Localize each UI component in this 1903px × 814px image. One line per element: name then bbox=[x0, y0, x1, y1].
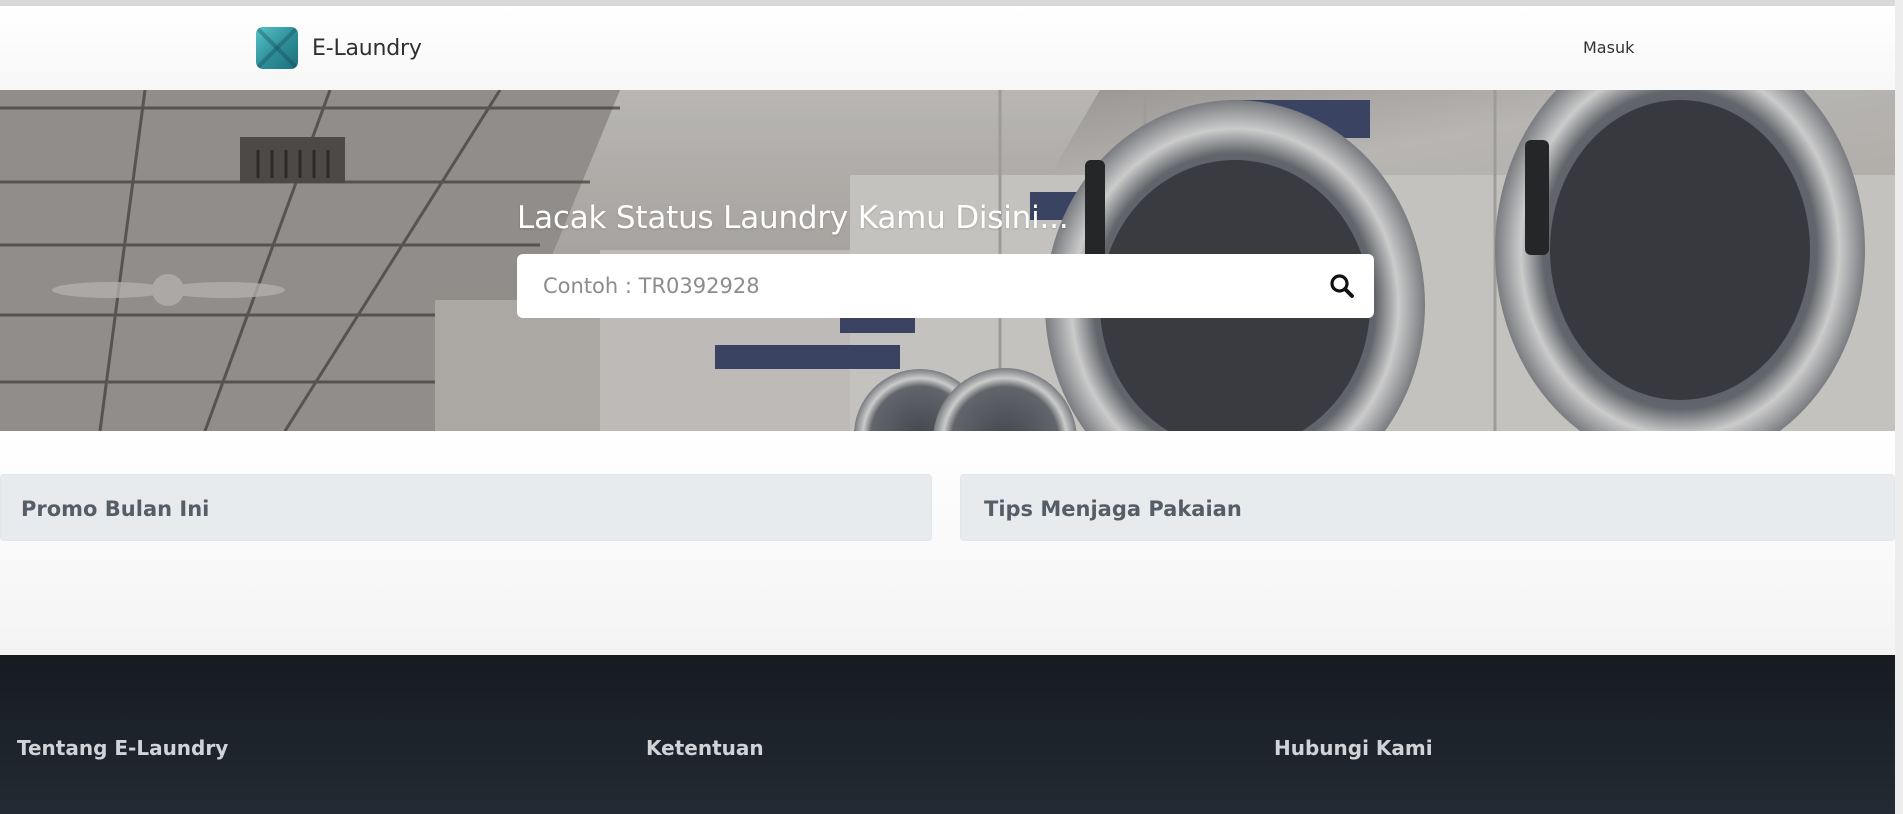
top-navbar: E-Laundry Masuk bbox=[0, 6, 1895, 90]
laundry-logo-icon bbox=[256, 27, 298, 69]
footer-about-heading: Tentang E-Laundry bbox=[17, 736, 229, 760]
tips-card[interactable]: Tips Menjaga Pakaian bbox=[960, 474, 1895, 541]
login-link[interactable]: Masuk bbox=[1583, 38, 1634, 57]
promo-card[interactable]: Promo Bulan Ini bbox=[0, 474, 932, 541]
brand[interactable]: E-Laundry bbox=[256, 27, 422, 69]
site-footer: Tentang E-Laundry Ketentuan Hubungi Kami bbox=[0, 655, 1895, 814]
info-cards-section: Promo Bulan Ini Tips Menjaga Pakaian bbox=[0, 431, 1895, 655]
promo-card-title: Promo Bulan Ini bbox=[21, 497, 210, 521]
footer-terms-heading: Ketentuan bbox=[646, 736, 764, 760]
tips-card-title: Tips Menjaga Pakaian bbox=[984, 497, 1242, 521]
hero-title: Lacak Status Laundry Kamu Disini... bbox=[517, 200, 1069, 236]
vertical-scrollbar[interactable] bbox=[1895, 0, 1903, 814]
tracking-search-input[interactable] bbox=[517, 254, 1317, 318]
laundry-home-page: E-Laundry Masuk Lacak Status Laundry Kam… bbox=[0, 0, 1903, 814]
brand-name: E-Laundry bbox=[312, 35, 422, 61]
tracking-search-box bbox=[517, 254, 1374, 318]
tracking-hero: Lacak Status Laundry Kamu Disini... bbox=[0, 90, 1895, 431]
search-icon bbox=[1330, 274, 1354, 298]
search-button[interactable] bbox=[1328, 272, 1356, 300]
footer-contact-heading: Hubungi Kami bbox=[1274, 736, 1433, 760]
